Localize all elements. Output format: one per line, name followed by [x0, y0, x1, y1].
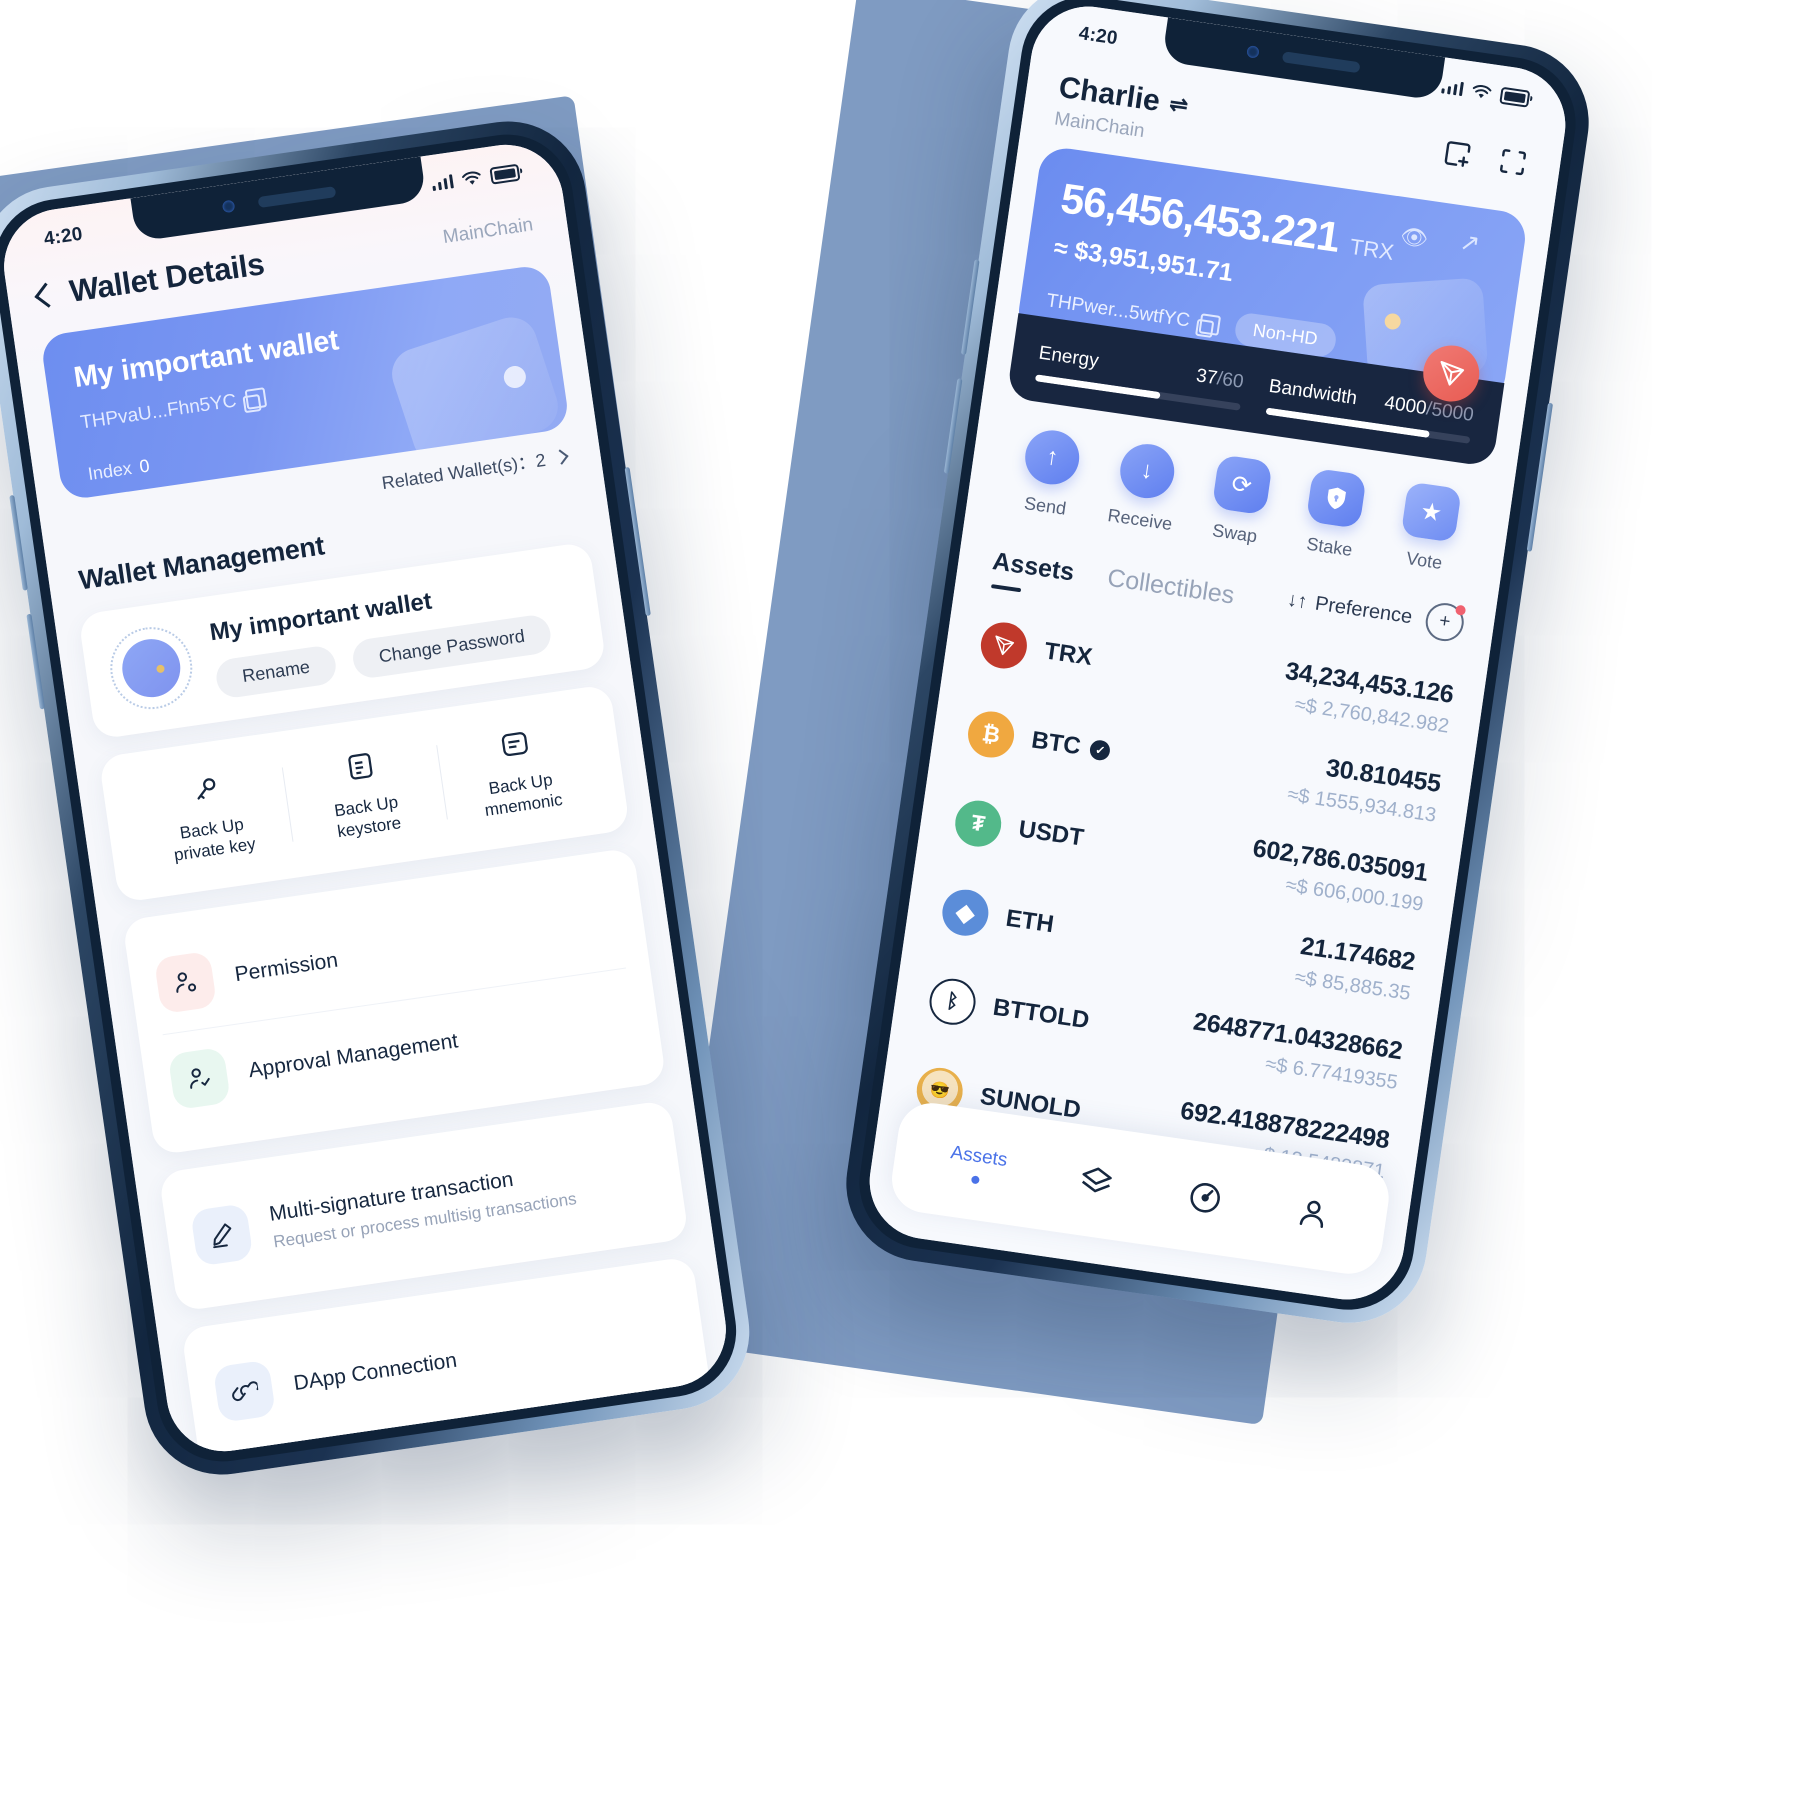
- add-token-icon[interactable]: +: [1423, 600, 1467, 644]
- arrow-right-icon: [553, 448, 569, 465]
- arrow-up-right-icon[interactable]: ↗: [1458, 228, 1482, 260]
- action-stake[interactable]: Stake: [1284, 465, 1384, 564]
- resource-used: 4000: [1383, 392, 1428, 420]
- asset-symbol: USDT: [1016, 815, 1086, 852]
- tab-explore-nav[interactable]: [1185, 1177, 1226, 1218]
- resource-label: Energy: [1037, 342, 1101, 372]
- verified-badge-icon: ✓: [1088, 738, 1112, 762]
- clock: 4:20: [1077, 23, 1119, 50]
- wifi-icon: [1472, 84, 1492, 98]
- volume-down-button[interactable]: [26, 613, 45, 710]
- phone-left: 4:20 Wallet Details MainChain My importa…: [0, 111, 760, 1485]
- keystore-file-icon: [285, 738, 437, 795]
- scene: 4:20 Wallet Details MainChain My importa…: [0, 0, 1800, 1800]
- backup-mnemonic-button[interactable]: Back Up mnemonic: [434, 709, 603, 833]
- active-dot: [971, 1175, 981, 1185]
- resource-total: 5000: [1430, 399, 1475, 426]
- permissions-card: Permission Approval Management: [121, 846, 667, 1155]
- tether-logo-icon: ₮: [952, 797, 1005, 850]
- menu-item-label: Permission: [233, 948, 340, 986]
- menu-item-label: DApp Connection: [292, 1348, 459, 1395]
- chevron-left-icon[interactable]: [34, 282, 60, 308]
- chain-label: MainChain: [441, 214, 535, 249]
- asset-symbol: BTTOLD: [991, 993, 1092, 1035]
- asset-symbol: TRX: [1042, 637, 1094, 672]
- copy-icon[interactable]: [244, 387, 268, 410]
- action-swap[interactable]: ⟳ Swap: [1190, 452, 1290, 551]
- rename-button[interactable]: Rename: [213, 643, 339, 700]
- wallet-avatar-icon: [104, 621, 198, 715]
- tab-profile-nav[interactable]: [1293, 1193, 1334, 1234]
- change-password-button[interactable]: Change Password: [350, 612, 554, 680]
- tab-layers-nav[interactable]: [1076, 1162, 1117, 1203]
- resource-total: 60: [1220, 369, 1245, 393]
- preference-label: Preference: [1313, 592, 1414, 628]
- action-vote[interactable]: ★ Vote: [1379, 479, 1479, 578]
- swap-icon: ⟳: [1211, 454, 1273, 516]
- copy-icon[interactable]: [1198, 312, 1221, 336]
- arrow-up-icon: ↑: [1021, 426, 1083, 488]
- switch-accounts-icon[interactable]: ⇌: [1168, 91, 1190, 119]
- eye-icon[interactable]: 👁: [1399, 223, 1430, 253]
- index-label: Index: [86, 458, 134, 485]
- sort-arrows-icon: ↓↑: [1286, 588, 1309, 613]
- asset-symbol: ETH: [1004, 904, 1056, 939]
- permission-user-icon: [153, 950, 218, 1014]
- action-send[interactable]: ↑ Send: [1000, 424, 1100, 523]
- clock: 4:20: [42, 223, 84, 250]
- menu-item-dapp-connection[interactable]: DApp Connection: [208, 1281, 685, 1443]
- add-wallet-icon[interactable]: [1438, 136, 1476, 173]
- link-icon: [212, 1359, 277, 1423]
- tron-logo-icon: [977, 619, 1030, 672]
- index-value: 0: [138, 455, 151, 477]
- mnemonic-file-icon: [439, 716, 591, 773]
- tab-label: Assets: [949, 1142, 1009, 1172]
- wallet-address: THPvaU...Fhn5YC: [79, 390, 238, 434]
- bitcoin-logo-icon: ₿: [965, 708, 1018, 761]
- arrow-down-icon: ↓: [1116, 440, 1178, 502]
- action-receive[interactable]: ↓ Receive: [1095, 438, 1195, 537]
- battery-icon: [1499, 86, 1531, 108]
- ticket-star-icon: ★: [1400, 481, 1462, 543]
- tab-assets-nav[interactable]: Assets: [947, 1142, 1009, 1188]
- key-icon: [130, 760, 282, 817]
- backup-keystore-button[interactable]: Back Up keystore: [280, 731, 449, 855]
- signal-bars-icon: [431, 174, 454, 192]
- asset-symbol: BTC: [1029, 726, 1083, 761]
- profile-icon: [1299, 1200, 1324, 1229]
- volume-button[interactable]: [9, 494, 28, 591]
- shield-lock-icon: [1305, 467, 1368, 529]
- explore-icon: [1190, 1182, 1220, 1213]
- backup-private-key-button[interactable]: Back Up private key: [125, 754, 294, 878]
- menu-item-label: Approval Management: [247, 1028, 460, 1082]
- resource-energy[interactable]: Energy 37/60: [1034, 342, 1245, 411]
- pencil-icon: [190, 1202, 254, 1267]
- resource-label: Bandwidth: [1267, 375, 1359, 410]
- ethereum-logo-icon: ◆: [939, 886, 992, 939]
- approval-user-check-icon: [167, 1046, 231, 1110]
- scan-qr-icon[interactable]: [1494, 144, 1532, 181]
- menu-item-multisig[interactable]: Multi-signature transaction Request or p…: [185, 1124, 662, 1286]
- layers-icon: [1082, 1167, 1113, 1193]
- left-screen: 4:20 Wallet Details MainChain My importa…: [0, 137, 734, 1459]
- battery-icon: [489, 163, 521, 185]
- bittorrent-logo-icon: ᛒ: [926, 975, 979, 1028]
- signal-bars-icon: [1440, 79, 1464, 97]
- balance-symbol: TRX: [1348, 233, 1396, 265]
- wifi-icon: [461, 171, 481, 185]
